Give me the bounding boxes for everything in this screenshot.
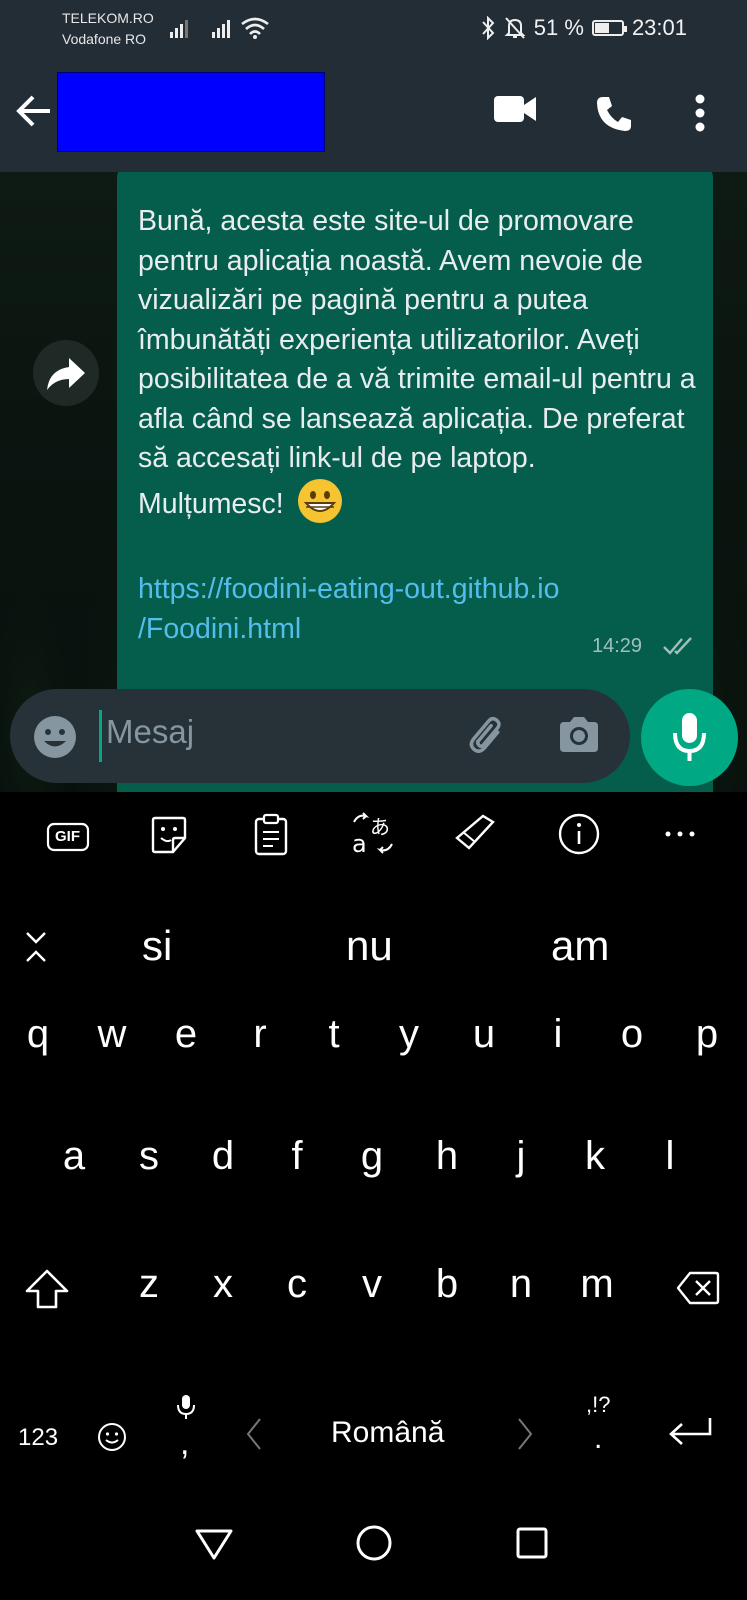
key-s[interactable]: s <box>139 1134 159 1179</box>
forward-arrow-icon <box>47 358 85 390</box>
numbers-key[interactable]: 123 <box>18 1424 58 1452</box>
message-time: 14:29 <box>592 635 643 657</box>
key-x[interactable]: x <box>213 1262 233 1307</box>
double-check-icon <box>663 637 692 655</box>
carrier-1: TELEKOM.RO <box>62 10 154 26</box>
comma-key[interactable]: , <box>180 1424 189 1463</box>
message-closing: Mulțumesc! <box>138 487 284 520</box>
key-i[interactable]: i <box>554 1012 563 1057</box>
emoji-key-icon[interactable] <box>97 1422 127 1452</box>
key-f[interactable]: f <box>291 1134 302 1179</box>
phone-call-icon[interactable] <box>595 95 633 133</box>
message-input[interactable]: Mesaj <box>106 713 194 751</box>
chevron-left-icon[interactable] <box>244 1417 264 1451</box>
message-composer: Mesaj <box>10 689 630 783</box>
key-e[interactable]: e <box>175 1012 197 1057</box>
contact-name-redacted[interactable] <box>57 72 325 152</box>
emoji-icon[interactable] <box>32 714 78 760</box>
wifi-icon <box>241 17 269 39</box>
key-a[interactable]: a <box>63 1134 85 1179</box>
mic-icon <box>673 713 706 761</box>
bluetooth-icon <box>482 16 495 40</box>
key-w[interactable]: w <box>98 1012 127 1057</box>
link-line-1: https://foodini-eating-out.github.io <box>138 573 560 605</box>
gif-label: GIF <box>55 828 80 845</box>
sticker-icon[interactable] <box>149 814 189 856</box>
message-body: Bună, acesta este site-ul de promovare p… <box>138 202 698 524</box>
punctuation-hint: ,!? <box>586 1392 611 1417</box>
key-p[interactable]: p <box>696 1012 718 1057</box>
message-link[interactable]: https://foodini-eating-out.github.io /Fo… <box>138 570 559 649</box>
nav-home-icon[interactable] <box>354 1523 394 1563</box>
key-u[interactable]: u <box>473 1012 495 1057</box>
status-bar: TELEKOM.RO Vodafone RO 51 % 23:01 <box>0 0 747 55</box>
battery-percent: 51 % <box>533 15 584 40</box>
clipboard-icon[interactable] <box>253 812 289 856</box>
key-n[interactable]: n <box>510 1262 532 1307</box>
link-line-2: /Foodini.html <box>138 612 302 645</box>
key-d[interactable]: d <box>212 1134 234 1179</box>
key-y[interactable]: y <box>399 1012 419 1057</box>
key-b[interactable]: b <box>436 1262 458 1307</box>
key-z[interactable]: z <box>139 1262 159 1307</box>
key-h[interactable]: h <box>436 1134 458 1179</box>
voice-input-icon[interactable] <box>176 1394 196 1420</box>
info-icon[interactable] <box>557 812 601 856</box>
nav-recents-icon[interactable] <box>515 1526 549 1560</box>
collapse-suggestions-icon[interactable] <box>24 930 48 964</box>
more-vert-icon[interactable] <box>694 94 706 132</box>
status-right: 51 % 23:01 <box>480 15 687 41</box>
key-m[interactable]: m <box>580 1262 613 1307</box>
more-icon[interactable] <box>664 830 696 840</box>
carrier-2: Vodafone RO <box>62 31 147 47</box>
key-k[interactable]: k <box>585 1134 605 1179</box>
keyboard: GIF a あ si nu am qwertyuiop asdfghjkl z … <box>0 792 747 1492</box>
key-t[interactable]: t <box>328 1012 339 1057</box>
signal-icon-2 <box>212 20 230 38</box>
svg-text:a: a <box>352 830 367 856</box>
period-key[interactable]: . <box>594 1422 602 1456</box>
chevron-right-icon[interactable] <box>515 1417 535 1451</box>
text-cursor <box>99 710 102 762</box>
key-v[interactable]: v <box>362 1262 382 1307</box>
video-call-icon[interactable] <box>493 93 537 125</box>
suggestion-2[interactable]: nu <box>346 922 393 970</box>
clock: 23:01 <box>631 15 687 40</box>
signal-icon <box>170 20 188 38</box>
carrier-names: TELEKOM.RO Vodafone RO <box>62 8 154 50</box>
key-l[interactable]: l <box>666 1134 675 1179</box>
key-j[interactable]: j <box>517 1134 526 1179</box>
chat-area: Bună, acesta este site-ul de promovare p… <box>0 172 747 792</box>
message-text: Bună, acesta este site-ul de promovare p… <box>138 205 696 474</box>
back-arrow-icon[interactable] <box>16 93 52 129</box>
camera-icon[interactable] <box>556 714 602 756</box>
battery-icon <box>591 20 627 36</box>
forward-button[interactable] <box>33 340 99 406</box>
gif-button[interactable]: GIF <box>46 822 90 857</box>
voice-record-button[interactable] <box>641 689 738 786</box>
suggestion-1[interactable]: si <box>142 922 172 970</box>
backspace-icon[interactable] <box>676 1270 720 1306</box>
svg-text:あ: あ <box>370 815 390 839</box>
enter-icon[interactable] <box>668 1416 714 1446</box>
chat-header <box>0 55 747 172</box>
translate-icon[interactable]: a あ <box>350 810 396 856</box>
shift-icon[interactable] <box>24 1268 70 1310</box>
key-o[interactable]: o <box>621 1012 643 1057</box>
attach-icon[interactable] <box>466 713 512 759</box>
suggestion-3[interactable]: am <box>551 922 609 970</box>
system-navigation-bar <box>0 1492 747 1600</box>
handwriting-icon[interactable] <box>453 814 497 850</box>
bell-off-icon <box>504 17 526 39</box>
nav-back-icon[interactable] <box>194 1526 234 1562</box>
key-r[interactable]: r <box>253 1012 266 1057</box>
grinning-emoji-icon <box>297 478 342 523</box>
space-bar-language[interactable]: Română <box>331 1416 444 1450</box>
key-g[interactable]: g <box>361 1134 383 1179</box>
key-c[interactable]: c <box>287 1262 307 1307</box>
key-q[interactable]: q <box>27 1012 49 1057</box>
